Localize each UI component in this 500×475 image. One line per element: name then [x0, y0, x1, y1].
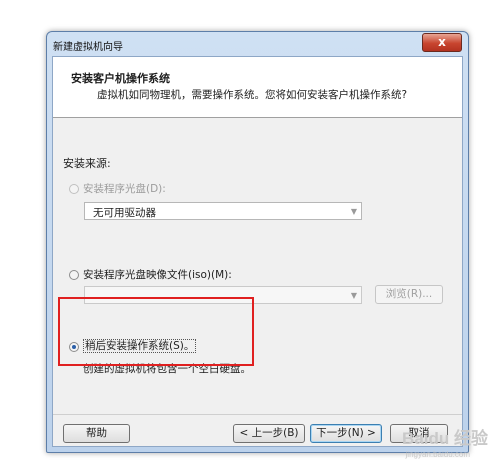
close-button[interactable]: x [422, 33, 462, 52]
window-title: 新建虚拟机向导 [53, 42, 123, 53]
iso-image-label: 安装程序光盘映像文件(iso)(M): [83, 269, 232, 281]
back-button[interactable]: < 上一步(B) [233, 424, 305, 443]
radio-iso-image[interactable] [69, 270, 79, 280]
page-description: 虚拟机如同物理机，需要操作系统。您将如何安装客户机操作系统? [97, 89, 408, 101]
installer-disc-label: 安装程序光盘(D): [83, 183, 166, 195]
wizard-client-area: 安装客户机操作系统 虚拟机如同物理机，需要操作系统。您将如何安装客户机操作系统?… [52, 56, 463, 447]
chevron-down-icon: ▼ [350, 291, 357, 300]
help-button[interactable]: 帮助 [63, 424, 130, 443]
watermark-brand: Baidu 经验 [402, 429, 488, 448]
footer-divider [53, 414, 462, 415]
disc-drive-select[interactable]: 无可用驱动器 ▼ [84, 202, 362, 220]
next-button[interactable]: 下一步(N) > [310, 424, 382, 443]
annotation-highlight-box [58, 297, 254, 366]
install-source-label: 安装来源: [63, 157, 111, 170]
disc-drive-value: 无可用驱动器 [93, 207, 156, 219]
title-bar[interactable]: 新建虚拟机向导 x [47, 32, 468, 54]
chevron-down-icon: ▼ [350, 207, 357, 216]
radio-installer-disc[interactable] [69, 184, 79, 194]
wizard-header: 安装客户机操作系统 虚拟机如同物理机，需要操作系统。您将如何安装客户机操作系统? [53, 57, 462, 118]
watermark-url: jingyan.baidu.com [405, 450, 470, 459]
wizard-window: 新建虚拟机向导 x 安装客户机操作系统 虚拟机如同物理机，需要操作系统。您将如何… [46, 31, 469, 453]
browse-button[interactable]: 浏览(R)... [375, 285, 443, 304]
page-title: 安装客户机操作系统 [71, 72, 170, 85]
